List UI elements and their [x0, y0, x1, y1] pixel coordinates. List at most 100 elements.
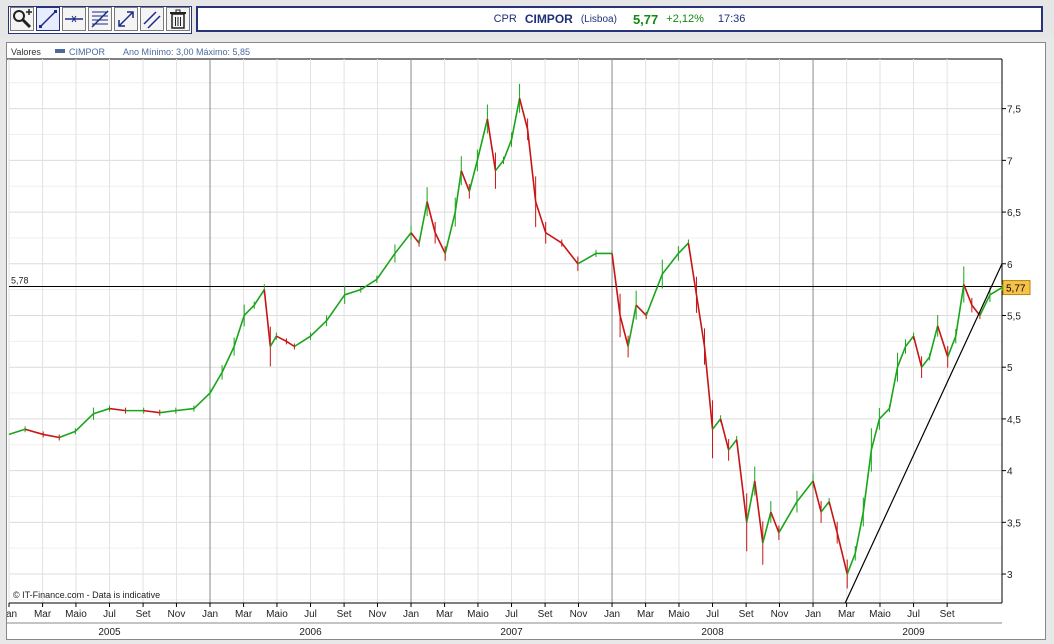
- fibonacci-icon: [91, 10, 109, 28]
- price-segment: [954, 284, 965, 337]
- x-tick-label: Nov: [168, 609, 186, 620]
- fibonacci-tool[interactable]: [88, 7, 112, 31]
- x-tick-label: Jul: [505, 609, 518, 620]
- x-tick-label: Nov: [570, 609, 588, 620]
- price-segment: [43, 433, 60, 439]
- quote-bar: CPR CIMPOR (Lisboa) 5,77 +2,12% 17:36: [196, 6, 1043, 32]
- price-segment: [946, 335, 957, 358]
- price-segment: [870, 418, 881, 451]
- price-segment: [687, 242, 698, 295]
- last-value-label: 5,77: [1006, 284, 1026, 295]
- x-tick-label: Mar: [235, 609, 253, 620]
- price-segment: [846, 553, 857, 575]
- legend-swatch: [55, 49, 65, 53]
- price-segment: [677, 242, 689, 254]
- x-tick-label: Jan: [7, 609, 17, 620]
- delete-tool[interactable]: [166, 7, 190, 31]
- arrow-icon: [118, 11, 134, 27]
- trash-icon: [170, 9, 186, 29]
- x-tick-label: Maio: [65, 609, 87, 620]
- price-segment: [454, 170, 463, 213]
- price-segment: [888, 367, 899, 409]
- x-tick-label: Jul: [103, 609, 116, 620]
- quote-change: +2,12%: [666, 13, 704, 25]
- price-segment: [243, 304, 255, 317]
- price-segment: [611, 253, 621, 316]
- x-tick-label: Mar: [838, 609, 856, 620]
- x-year-label: 2009: [902, 627, 925, 638]
- price-segment: [74, 413, 94, 432]
- price-segment: [460, 170, 471, 192]
- price-segment: [502, 139, 513, 161]
- chart-panel[interactable]: Valores CIMPOR Ano Mínimo: 3,00 Máximo: 5,…: [6, 42, 1046, 640]
- legend-range: Ano Mínimo: 3,00 Máximo: 5,85: [123, 47, 250, 57]
- toolbar: CPR CIMPOR (Lisboa) 5,77 +2,12% 17:36: [0, 0, 1054, 38]
- price-segment: [426, 201, 436, 233]
- price-segment: [828, 501, 838, 533]
- price-segment: [896, 346, 907, 368]
- x-tick-label: Jan: [202, 609, 218, 620]
- y-tick-label: 5: [1007, 363, 1013, 374]
- price-segment: [93, 407, 110, 415]
- price-segment: [778, 501, 798, 534]
- price-segment: [486, 118, 497, 171]
- quote-price: 5,77: [632, 11, 659, 27]
- price-segment: [920, 356, 931, 368]
- x-tick-label: Maio: [467, 609, 489, 620]
- x-tick-label: Maio: [668, 609, 690, 620]
- x-tick-label: Jul: [304, 609, 317, 620]
- y-tick-label: 4: [1007, 467, 1013, 478]
- y-tick-label: 6,5: [1007, 208, 1021, 219]
- quote-symbol: CIMPOR: [524, 12, 573, 26]
- legend-series: CIMPOR: [69, 47, 106, 57]
- price-segment: [526, 129, 537, 202]
- x-tick-label: Set: [940, 609, 955, 620]
- price-segment: [143, 409, 160, 414]
- price-segment: [285, 340, 295, 348]
- price-segment: [209, 371, 223, 394]
- price-segment: [8, 428, 26, 436]
- price-segment: [645, 273, 664, 316]
- quote-time: 17:36: [717, 13, 746, 25]
- price-segment: [476, 118, 489, 161]
- reference-line-label: 5,78: [11, 276, 29, 286]
- price-segment: [711, 418, 722, 430]
- zoom-tool[interactable]: [10, 7, 34, 31]
- y-tick-label: 7,5: [1007, 105, 1021, 116]
- price-segment: [979, 294, 991, 316]
- x-tick-label: Mar: [436, 609, 454, 620]
- x-year-label: 2007: [500, 627, 523, 638]
- price-chart[interactable]: Valores CIMPOR Ano Mínimo: 3,00 Máximo: 5,…: [7, 43, 1045, 639]
- horizontal-line-tool[interactable]: [62, 7, 86, 31]
- magnifier-icon: [13, 9, 32, 29]
- x-year-label: 2008: [701, 627, 724, 638]
- arrow-tool[interactable]: [114, 7, 138, 31]
- x-tick-label: Jul: [907, 609, 920, 620]
- price-segment: [494, 159, 505, 172]
- price-segment: [233, 315, 245, 347]
- price-segment: [510, 98, 521, 140]
- price-segment: [109, 407, 126, 412]
- parallel-lines-tool[interactable]: [140, 7, 164, 31]
- price-segment: [619, 315, 629, 347]
- x-tick-label: Set: [136, 609, 151, 620]
- trendline: [844, 263, 1003, 604]
- price-segment: [878, 408, 891, 420]
- price-segment: [159, 409, 176, 414]
- y-tick-label: 5,5: [1007, 311, 1021, 322]
- trendline-icon: [39, 10, 57, 28]
- price-segment: [253, 289, 265, 306]
- x-tick-label: Jan: [604, 609, 620, 620]
- horizontal-line-icon: [65, 15, 83, 23]
- quote-exchange: (Lisboa): [580, 13, 617, 25]
- x-tick-label: Set: [538, 609, 553, 620]
- price-segment: [376, 252, 396, 280]
- price-segment: [635, 304, 647, 317]
- x-tick-label: Maio: [869, 609, 891, 620]
- price-segment: [745, 480, 756, 523]
- y-tick-label: 3,5: [1007, 518, 1021, 529]
- trendline-tool[interactable]: [36, 7, 60, 31]
- price-segment: [434, 232, 446, 254]
- price-segment: [703, 346, 714, 430]
- price-segment: [468, 160, 479, 192]
